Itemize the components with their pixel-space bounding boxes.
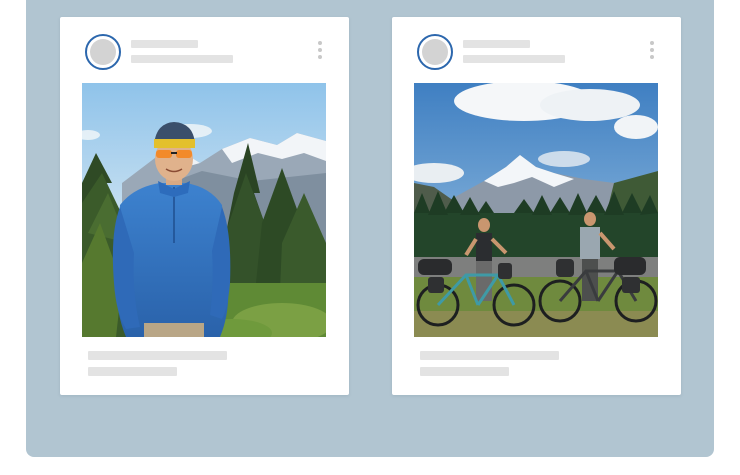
hiker-portrait-photo	[82, 83, 326, 337]
caption-line-placeholder	[420, 367, 509, 376]
caption-line-placeholder	[88, 367, 177, 376]
cyclists-mountain-photo	[414, 83, 658, 337]
canvas	[0, 0, 740, 475]
post-photo[interactable]	[82, 83, 326, 337]
avatar-placeholder	[422, 39, 448, 65]
kebab-dot	[318, 48, 322, 52]
kebab-dot	[650, 41, 654, 45]
author-name-placeholder	[463, 40, 530, 48]
kebab-dot	[650, 48, 654, 52]
post-card[interactable]	[60, 17, 349, 395]
caption-line-placeholder	[420, 351, 559, 360]
post-meta-placeholder	[463, 55, 565, 63]
avatar[interactable]	[85, 34, 121, 70]
kebab-dot	[650, 55, 654, 59]
caption-line-placeholder	[88, 351, 227, 360]
author-name-placeholder	[131, 40, 198, 48]
avatar[interactable]	[417, 34, 453, 70]
post-meta-placeholder	[131, 55, 233, 63]
kebab-dot	[318, 55, 322, 59]
post-card[interactable]	[392, 17, 681, 395]
kebab-menu-icon[interactable]	[313, 39, 327, 61]
avatar-placeholder	[90, 39, 116, 65]
kebab-dot	[318, 41, 322, 45]
kebab-menu-icon[interactable]	[645, 39, 659, 61]
post-photo[interactable]	[414, 83, 658, 337]
